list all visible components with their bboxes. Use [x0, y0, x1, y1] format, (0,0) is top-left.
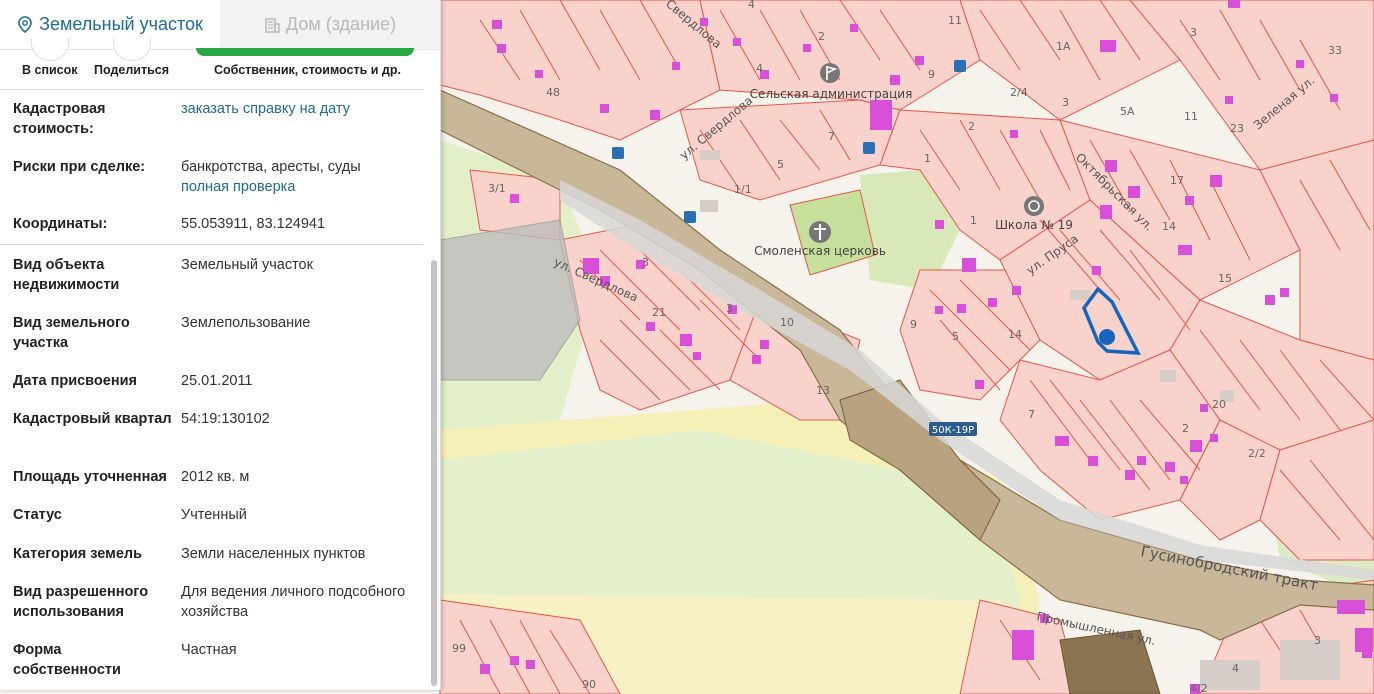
poi-admin-label: Сельская администрация — [750, 87, 913, 101]
house-number-label: 99 — [452, 642, 466, 655]
owner-label[interactable]: Собственник, стоимость и др. — [214, 63, 401, 77]
house-number-label: 1/1 — [734, 183, 752, 196]
field-value: 25.01.2011 — [181, 373, 253, 389]
house-number-label: 20 — [1212, 398, 1226, 411]
house-number-label: 90 — [582, 678, 596, 691]
field-label: Дата присвоения — [13, 373, 137, 389]
field-label: Площадь уточненная — [13, 469, 167, 485]
house-number-label: 3 — [1314, 634, 1321, 647]
field-value: Частная — [181, 642, 237, 658]
owner-button[interactable] — [196, 48, 414, 56]
house-number-label: 7 — [828, 130, 835, 143]
house-number-label: 3 — [642, 256, 649, 269]
house-number-label: 9 — [928, 68, 935, 81]
field-value: Учтенный — [181, 507, 247, 523]
school-icon — [1024, 196, 1044, 216]
house-number-label: 3 — [726, 302, 733, 315]
house-number-label: 2 — [1182, 422, 1189, 435]
house-number-label: 11 — [1184, 110, 1198, 123]
field-label: Форма собственности — [13, 642, 121, 678]
selected-point-marker — [1099, 329, 1115, 345]
house-number-label: 14 — [1162, 220, 1176, 233]
field-label: Вид объекта недвижимости — [13, 257, 120, 293]
field-value: банкротства, аресты, суды полная проверка — [181, 158, 421, 197]
house-number-label: 3 — [1062, 96, 1069, 109]
field-value: Земли населенных пунктов — [181, 546, 366, 562]
panel-scrollbar[interactable] — [431, 260, 437, 686]
divider — [0, 244, 423, 245]
house-number-label: 4 — [748, 0, 755, 11]
poi-church-label: Смоленская церковь — [754, 244, 886, 258]
house-number-label: 7 — [1028, 408, 1035, 421]
field-value: 2012 кв. м — [181, 469, 250, 485]
house-number-label: 15 — [1218, 272, 1232, 285]
field-label: Риски при сделке: — [13, 159, 146, 175]
field-label: Координаты: — [13, 216, 108, 232]
house-number-label: 17 — [1170, 174, 1184, 187]
field-label: Категория земель — [13, 546, 143, 562]
tab-building-label: Дом (здание) — [285, 14, 397, 34]
share-button[interactable] — [113, 38, 151, 61]
house-number-label: 10 — [780, 316, 794, 329]
field-value: 54:19:130102 — [181, 411, 270, 427]
add-to-list-button[interactable] — [31, 38, 69, 61]
house-number-label: 21 — [652, 306, 666, 319]
divider — [0, 89, 423, 90]
risks-text: банкротства, аресты, суды — [181, 159, 361, 175]
tab-building[interactable]: Дом (здание) — [220, 0, 440, 50]
house-number-label: 11 — [948, 14, 962, 27]
house-number-label: 9 — [910, 318, 917, 331]
house-number-label: 5А — [1120, 105, 1135, 118]
building-icon — [264, 17, 280, 33]
location-pin-icon — [17, 15, 33, 34]
house-number-label: 1 — [924, 152, 931, 165]
house-number-label: 13 — [816, 384, 830, 397]
road-badge: 50К-19Р — [932, 425, 974, 436]
poi-school-label: Школа № 19 — [995, 218, 1073, 232]
share-label[interactable]: Поделиться — [94, 63, 169, 77]
field-value: Для ведения личного подсобного хозяйства — [181, 584, 406, 620]
house-number-label: 5 — [777, 158, 784, 171]
church-icon — [809, 221, 831, 243]
add-to-list-label[interactable]: В список — [22, 63, 78, 77]
field-value: Землепользование — [181, 315, 311, 331]
house-number-label: 3/1 — [488, 182, 506, 195]
house-number-label: 14 — [1008, 328, 1022, 341]
field-label: Статус — [13, 507, 62, 523]
house-number-label: 48 — [546, 86, 560, 99]
coordinates-value: 55.053911, 83.124941 — [181, 216, 326, 232]
field-label: Кадастровая стоимость: — [13, 101, 106, 137]
property-info-panel: Земельный участок Дом (здание) В список … — [0, 0, 441, 690]
order-certificate-link[interactable]: заказать справку на дату — [181, 101, 350, 117]
field-label: Вид разрешенного использования — [13, 584, 149, 620]
house-number-label: 23 — [1230, 122, 1244, 135]
house-number-label: 2/4 — [1010, 86, 1028, 99]
house-number-label: 3 — [1190, 26, 1197, 39]
field-label: Кадастровый квартал — [13, 411, 172, 427]
field-value: заказать справку на дату — [181, 100, 421, 120]
house-number-label: 1А — [1056, 40, 1071, 53]
field-value: Земельный участок — [181, 257, 313, 273]
tab-land-plot-label: Земельный участок — [39, 14, 203, 34]
action-bar: В список Поделиться Собственник, стоимос… — [0, 38, 440, 88]
house-number-label: 2/2 — [1248, 447, 1266, 460]
full-check-link[interactable]: полная проверка — [181, 178, 421, 198]
house-number-label: 2 — [968, 120, 975, 133]
house-number-label: 2 — [818, 30, 825, 43]
field-label: Вид земельного участка — [13, 315, 130, 351]
admin-icon — [820, 63, 840, 83]
house-number-label: 4 — [1232, 662, 1239, 675]
house-number-label: 4/2 — [1190, 682, 1208, 694]
house-number-label: 1 — [970, 214, 977, 227]
house-number-label: 4 — [756, 62, 763, 75]
house-number-label: 33 — [1328, 44, 1342, 57]
house-number-label: 5 — [952, 330, 959, 343]
